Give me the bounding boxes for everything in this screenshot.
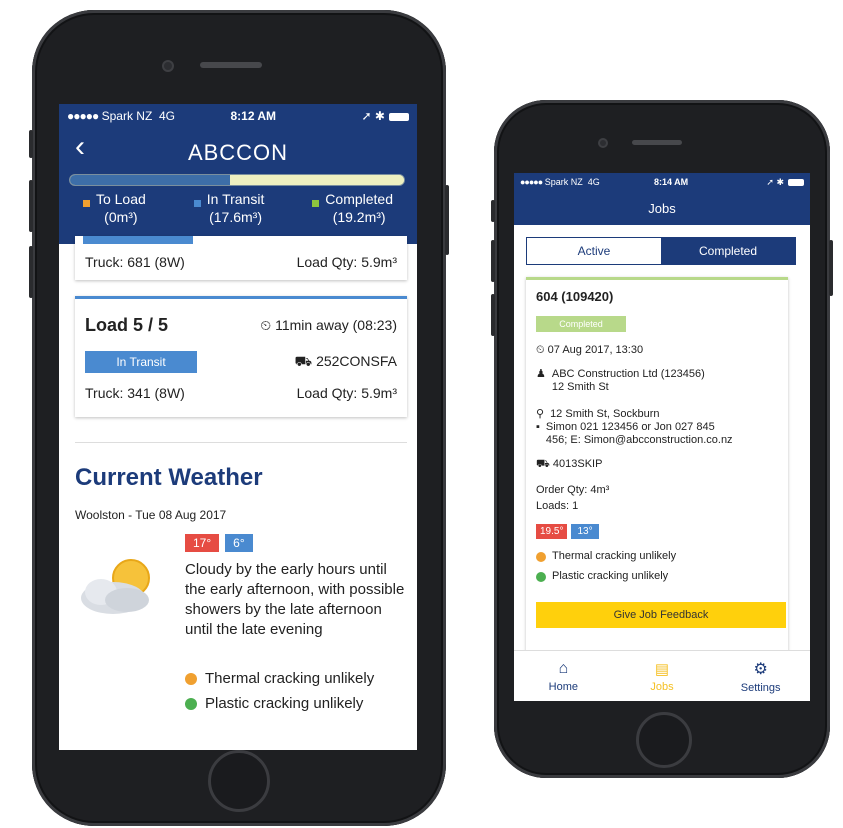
clock-icon: ⏲ [260,317,272,333]
page-title: ABCCON [187,140,289,165]
plastic-dot [185,697,197,710]
tab-settings[interactable]: ⚙ Settings [711,651,810,701]
carrier: ●●●●● Spark NZ 4G [67,109,175,123]
home-icon: ⌂ [558,659,569,677]
thermal-cracking: Thermal cracking unlikely [185,670,374,687]
legend-in-transit: In Transit (17.6m³) [193,190,264,226]
plastic-cracking: Plastic cracking unlikely [536,570,668,583]
plastic-dot [536,571,546,582]
volume-down-button [491,294,495,336]
give-job-feedback-button[interactable]: Give Job Feedback [536,602,786,628]
status-time: 8:14 AM [653,177,689,187]
mute-switch [491,200,495,222]
earpiece-speaker [200,62,262,68]
temp-high-badge: 17° [185,534,220,552]
volume-up-button [29,180,33,232]
status-bar: ●●●●● Spark NZ 4G 8:12 AM ➚ ✱ [59,104,417,128]
tab-bar: ⌂ Home ▤ Jobs ⚙ Settings [514,650,810,701]
contact-card-icon: ▪ [536,421,540,433]
load-title: Load 5 / 5 [85,315,169,335]
temp-high-badge: 19.5° [536,524,568,539]
left-phone: ●●●●● Spark NZ 4G 8:12 AM ➚ ✱ ‹ ABCCON T… [29,10,449,826]
temperature-badges: 17° 6° [185,534,253,552]
load-eta: ⏲ 11min away (08:23) [260,317,397,333]
battery-icon: ➚ ✱ [362,109,409,123]
previous-load-card[interactable]: Truck: 681 (8W) Load Qty: 5.9m³ [75,236,407,280]
loads-count: Loads: 1 [536,500,579,512]
thermal-cracking: Thermal cracking unlikely [536,550,676,563]
tab-jobs[interactable]: ▤ Jobs [613,651,712,701]
job-title: 604 (109420) [536,289,614,304]
truck-icon: ⛟ [294,352,313,369]
tab-completed[interactable]: Completed [661,238,795,264]
temp-low-badge: 6° [225,534,253,552]
status-bar: ●●●●● Spark NZ 4G 8:14 AM ➚ ✱ [514,173,810,191]
job-filter-segmented: Active Completed [526,237,796,265]
home-button[interactable] [636,712,692,768]
load-qty: Load Qty: 5.9m³ [296,385,397,401]
legend-to-load: To Load (0m³) [82,190,146,226]
job-contact: ▪ Simon 021 123456 or Jon 027 845 456; E:… [536,421,733,446]
progress-in-transit [70,175,230,185]
volume-up-button [491,240,495,282]
weather-title: Current Weather [75,464,263,491]
prev-load-qty: Load Qty: 5.9m³ [296,254,397,270]
person-icon: ♟ [536,368,546,380]
in-transit-swatch [193,200,201,207]
status-time: 8:12 AM [230,109,277,123]
thermal-dot [536,551,546,562]
tab-active[interactable]: Active [527,238,661,264]
temp-low-badge: 13° [571,524,599,539]
settings-gears-icon: ⚙ [753,660,768,678]
jobs-header: ●●●●● Spark NZ 4G 8:14 AM ➚ ✱ Jobs [514,173,810,225]
order-qty: Order Qty: 4m³ [536,484,610,496]
left-screen: ●●●●● Spark NZ 4G 8:12 AM ➚ ✱ ‹ ABCCON T… [59,104,417,750]
plant-code: ⛟ 252CONSFA [294,352,397,369]
partly-cloudy-icon [81,559,150,614]
progress-legend: To Load (0m³) In Transit (17.6m³) Complete… [59,190,417,226]
job-customer: ♟ ABC Construction Ltd (123456) 12 Smith … [536,368,705,393]
load-truck: Truck: 341 (8W) [85,385,185,401]
power-button [829,240,833,296]
to-load-swatch [82,200,90,207]
home-button[interactable] [208,750,270,812]
status-badge: Completed [536,316,626,332]
divider [75,442,407,443]
front-camera [164,62,172,70]
plastic-cracking: Plastic cracking unlikely [185,695,363,712]
jobs-document-icon: ▤ [654,660,670,678]
job-plant: ⛟ 4013SKIP [536,458,603,470]
page-title: Jobs [648,201,676,216]
mute-switch [29,130,33,158]
load-progress-bar [69,174,405,186]
truck-icon: ⛟ [536,458,550,470]
volume-down-button [29,246,33,298]
thermal-dot [185,672,197,685]
progress-completed [229,175,404,185]
legend-completed: Completed (19.2m³) [312,190,393,226]
right-phone: ●●●●● Spark NZ 4G 8:14 AM ➚ ✱ Jobs Activ… [491,100,833,778]
prev-truck: Truck: 681 (8W) [85,254,185,270]
location-pin-icon: ⚲ [536,408,545,420]
job-site: ⚲ 12 Smith St, Sockburn [536,408,660,420]
load-header: ●●●●● Spark NZ 4G 8:12 AM ➚ ✱ ‹ ABCCON T… [59,104,417,244]
carrier: ●●●●● Spark NZ 4G [520,177,600,187]
power-button [445,185,449,255]
job-datetime: ⏲ 07 Aug 2017, 13:30 [536,344,644,356]
job-card[interactable]: 604 (109420) Completed ⏲ 07 Aug 2017, 13… [526,277,788,652]
clock-icon: ⏲ [536,344,545,356]
weather-location-date: Woolston - Tue 08 Aug 2017 [75,508,227,522]
front-camera [600,140,606,146]
prev-status-pill [83,236,193,244]
battery-icon: ➚ ✱ [766,177,804,188]
temperature-badges: 19.5° 13° [536,524,599,539]
right-screen: ●●●●● Spark NZ 4G 8:14 AM ➚ ✱ Jobs Activ… [514,173,810,701]
tab-home[interactable]: ⌂ Home [514,651,613,701]
completed-swatch [312,200,320,207]
status-badge: In Transit [85,351,197,373]
earpiece-speaker [632,140,682,145]
weather-description: Cloudy by the early hours until the earl… [185,561,405,638]
load-card[interactable]: Load 5 / 5 ⏲ 11min away (08:23) In Trans… [75,296,407,417]
